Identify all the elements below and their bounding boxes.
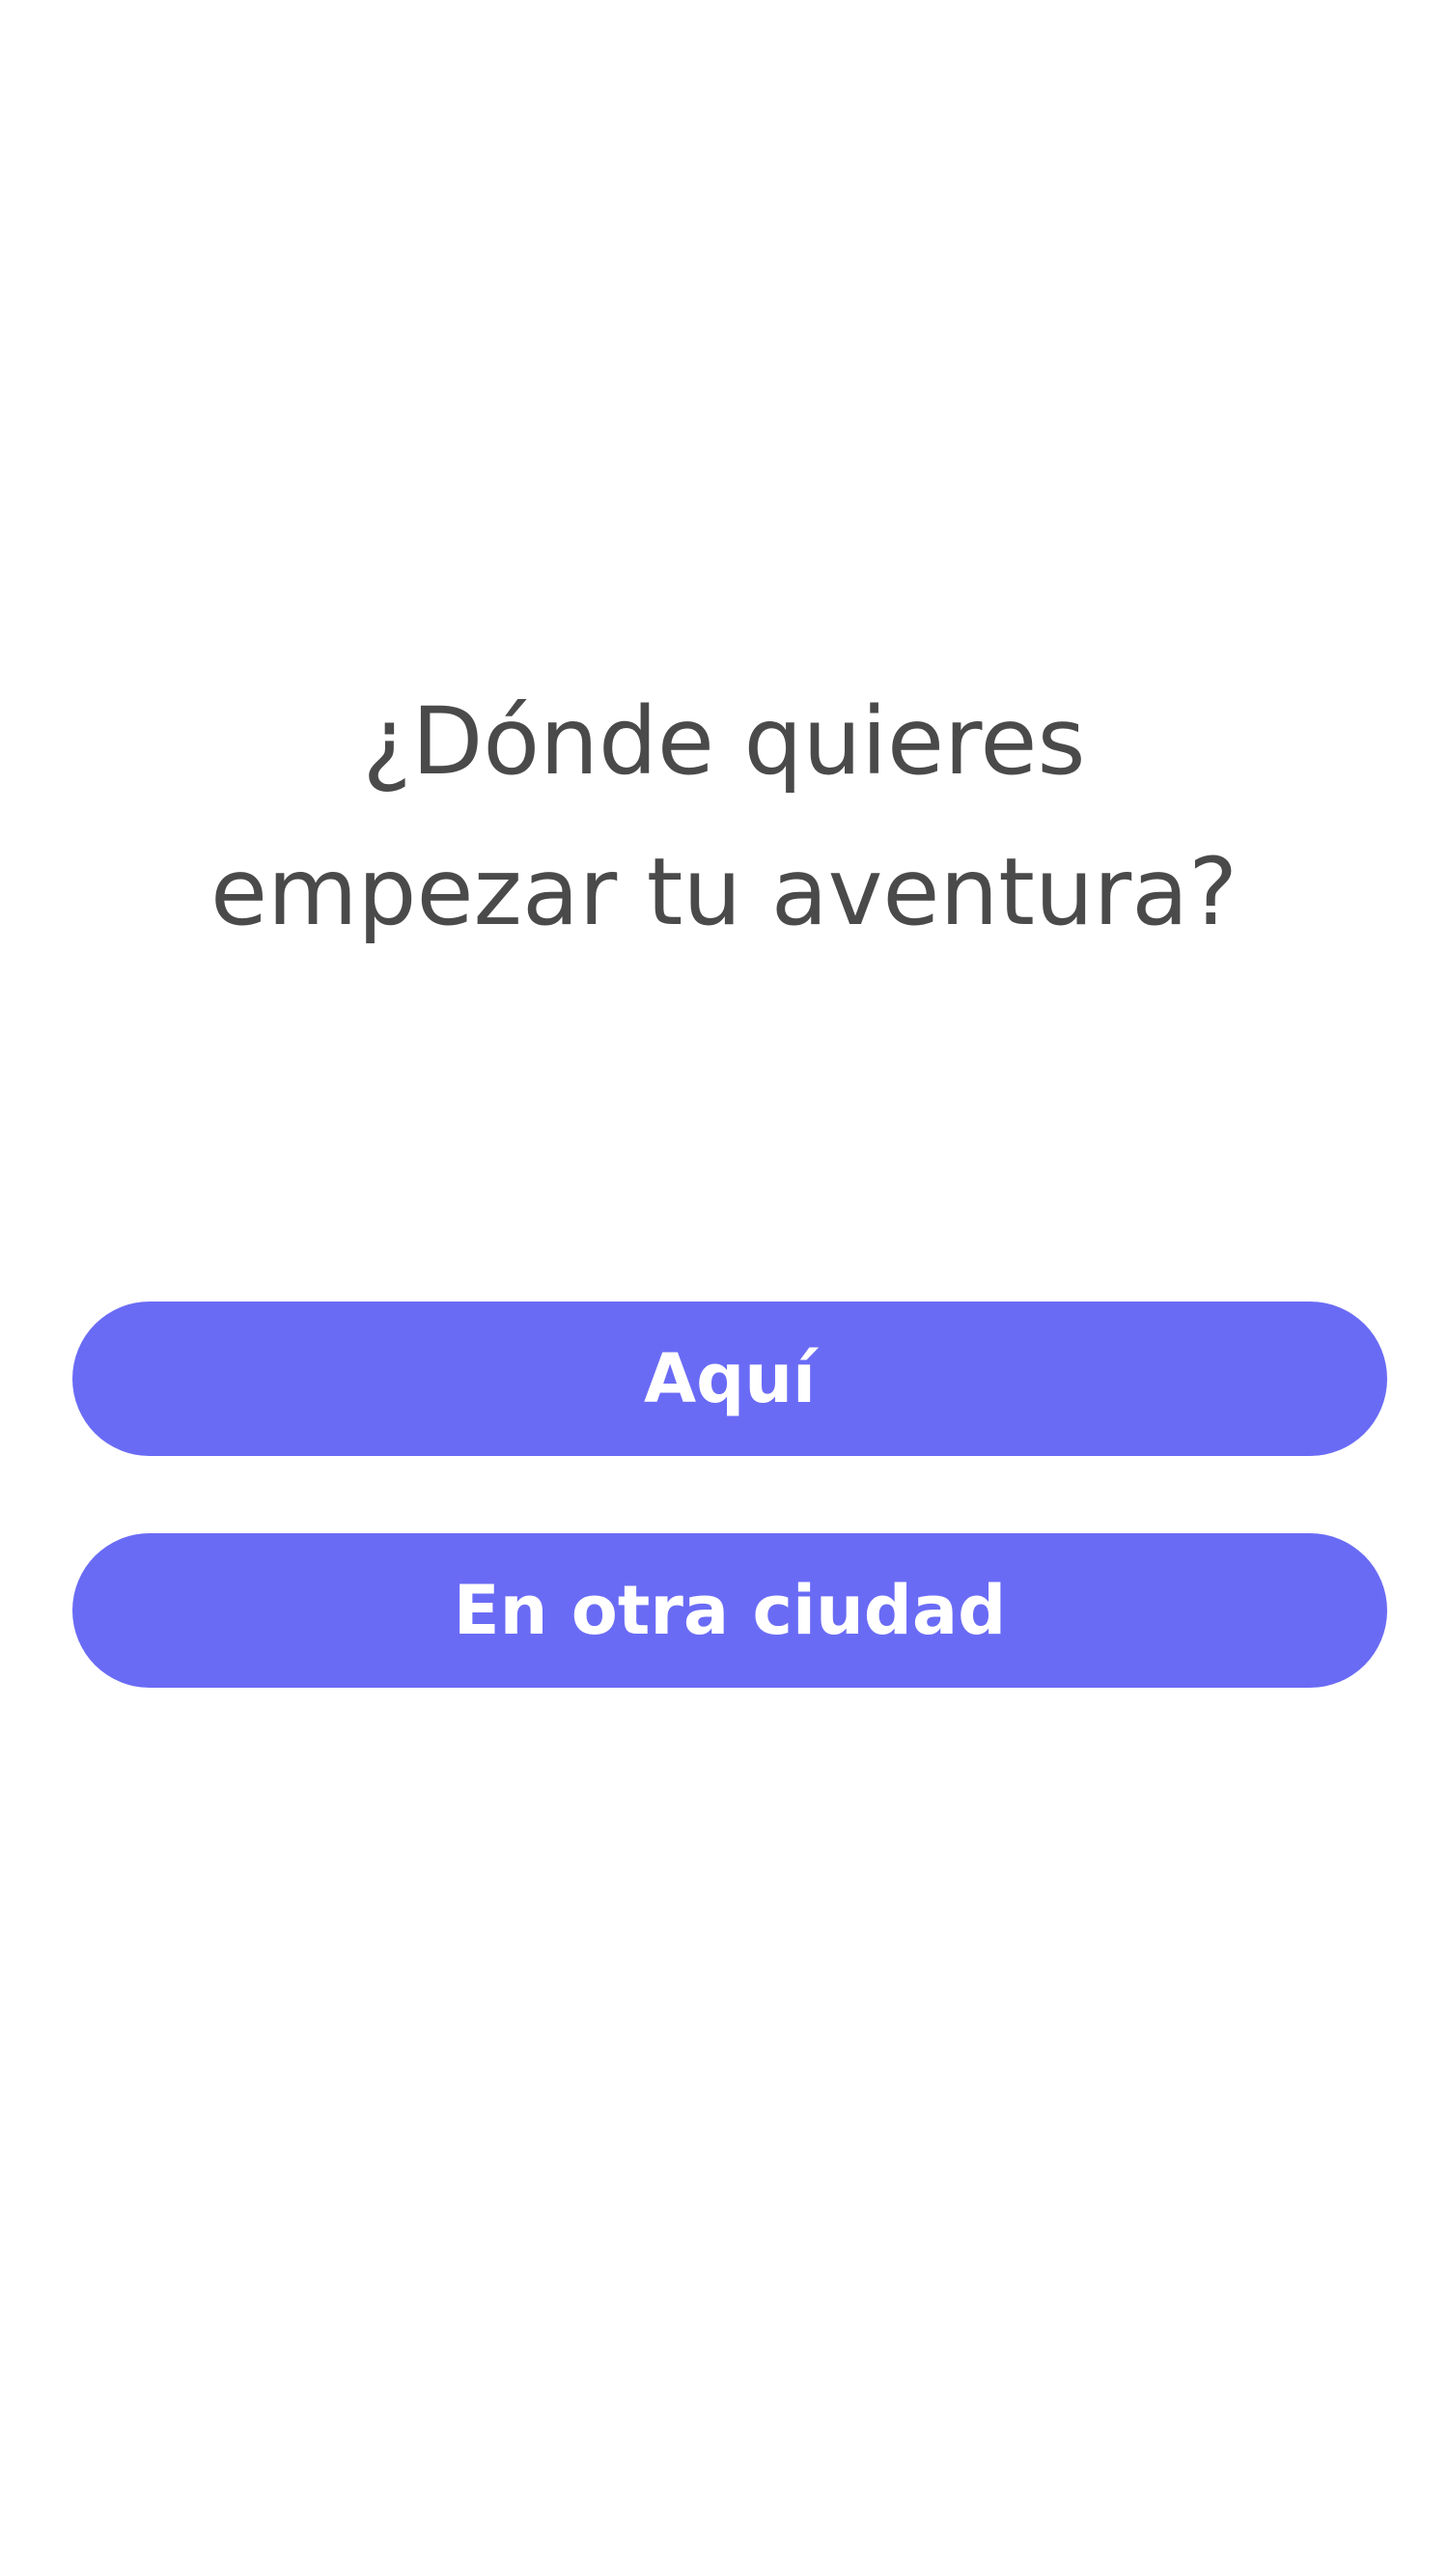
start-location-screen: ¿Dónde quieres empezar tu aventura? Aquí…	[0, 0, 1448, 2576]
other-city-button[interactable]: En otra ciudad	[72, 1533, 1387, 1688]
page-title-line-2: empezar tu aventura?	[209, 838, 1239, 946]
here-button[interactable]: Aquí	[72, 1302, 1387, 1456]
page-title: ¿Dónde quieres empezar tu aventura?	[97, 666, 1351, 967]
page-title-line-1: ¿Dónde quieres	[362, 687, 1086, 796]
